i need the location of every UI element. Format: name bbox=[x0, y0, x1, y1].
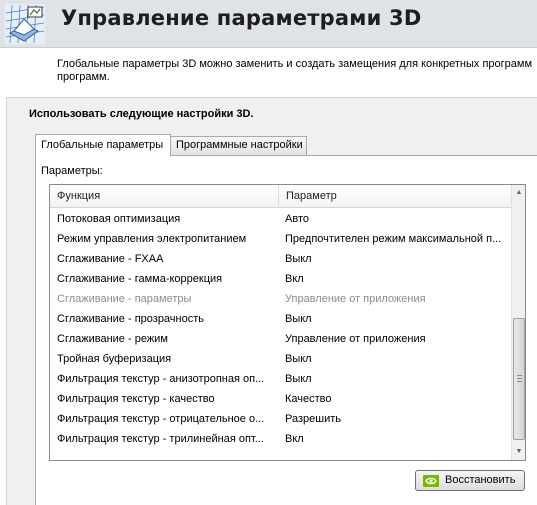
row-value: Выкл bbox=[285, 253, 312, 265]
settings-list[interactable]: Функция Параметр Потоковая оптимизация А… bbox=[49, 184, 526, 461]
table-row[interactable]: Сглаживание - FXAA Выкл bbox=[50, 249, 511, 269]
grip-icon bbox=[517, 375, 522, 382]
row-value: Качество bbox=[285, 393, 332, 405]
parameters-label: Параметры: bbox=[41, 165, 103, 177]
global-settings-page: Параметры: Функция Параметр Потоковая оп… bbox=[35, 155, 537, 505]
panel-heading: Использовать следующие настройки 3D. bbox=[29, 108, 254, 120]
row-function: Тройная буферизация bbox=[57, 353, 172, 365]
scrollbar-thumb[interactable] bbox=[513, 318, 525, 440]
row-value: Выкл bbox=[285, 373, 312, 385]
column-header-function[interactable]: Функция bbox=[50, 185, 279, 208]
row-function: Фильтрация текстур - качество bbox=[57, 393, 215, 405]
table-row[interactable]: Сглаживание - гамма-коррекция Вкл bbox=[50, 269, 511, 289]
row-value: Выкл bbox=[285, 353, 312, 365]
column-header-parameter[interactable]: Параметр bbox=[279, 185, 511, 208]
row-function: Фильтрация текстур - трилинейная опт... bbox=[57, 433, 264, 445]
row-function: Потоковая оптимизация bbox=[57, 213, 181, 225]
table-row[interactable]: Потоковая оптимизация Авто bbox=[50, 209, 511, 229]
scroll-up-arrow-icon[interactable]: ▲ bbox=[512, 185, 525, 201]
row-function: Фильтрация текстур - отрицательное о... bbox=[57, 413, 265, 425]
tab-global-settings[interactable]: Глобальные параметры bbox=[35, 134, 171, 156]
settings-panel: Использовать следующие настройки 3D. Гло… bbox=[6, 97, 537, 505]
table-row[interactable]: Фильтрация текстур - качество Качество bbox=[50, 389, 511, 409]
description-line-1: Глобальные параметры 3D можно заменить и… bbox=[57, 58, 533, 70]
row-function: Фильтрация текстур - анизотропная оп... bbox=[57, 373, 265, 385]
row-function: Сглаживание - режим bbox=[57, 333, 168, 345]
row-function: Сглаживание - параметры bbox=[57, 293, 192, 305]
page-title: Управление параметрами 3D bbox=[61, 6, 422, 30]
restore-button-label: Восстановить bbox=[445, 474, 516, 486]
row-value: Предпочтителен режим максимальной п... bbox=[285, 233, 502, 245]
table-row[interactable]: Фильтрация текстур - отрицательное о... … bbox=[50, 409, 511, 429]
scroll-down-arrow-icon[interactable]: ▼ bbox=[512, 444, 525, 460]
row-function: Сглаживание - FXAA bbox=[57, 253, 164, 265]
page-description: Глобальные параметры 3D можно заменить и… bbox=[57, 58, 537, 84]
nvidia-logo-icon bbox=[423, 475, 439, 487]
table-row[interactable]: Фильтрация текстур - анизотропная оп... … bbox=[50, 369, 511, 389]
row-value: Выкл bbox=[285, 313, 312, 325]
list-header: Функция Параметр bbox=[50, 185, 511, 208]
table-row[interactable]: Сглаживание - режим Управление от прилож… bbox=[50, 329, 511, 349]
row-function: Сглаживание - прозрачность bbox=[57, 313, 205, 325]
vertical-scrollbar[interactable]: ▲ ▼ bbox=[511, 185, 525, 460]
table-row[interactable]: Режим управления электропитанием Предпоч… bbox=[50, 229, 511, 249]
row-value: Вкл bbox=[285, 273, 304, 285]
tab-program-settings[interactable]: Программные настройки bbox=[170, 136, 307, 155]
restore-button[interactable]: Восстановить bbox=[415, 470, 525, 491]
row-function: Режим управления электропитанием bbox=[57, 233, 247, 245]
table-row[interactable]: Тройная буферизация Выкл bbox=[50, 349, 511, 369]
page-header: Управление параметрами 3D bbox=[0, 0, 537, 48]
row-value: Разрешить bbox=[285, 413, 341, 425]
table-row[interactable]: Сглаживание - прозрачность Выкл bbox=[50, 309, 511, 329]
row-value: Вкл bbox=[285, 433, 304, 445]
nvidia-3d-settings-icon bbox=[5, 4, 45, 44]
description-line-2: программ. bbox=[57, 71, 110, 83]
table-row[interactable]: Фильтрация текстур - трилинейная опт... … bbox=[50, 429, 511, 449]
row-function: Сглаживание - гамма-коррекция bbox=[57, 273, 223, 285]
row-value: Управление от приложения bbox=[285, 333, 426, 345]
table-row[interactable]: Сглаживание - параметры Управление от пр… bbox=[50, 289, 511, 309]
row-value: Управление от приложения bbox=[285, 293, 426, 305]
row-value: Авто bbox=[285, 213, 309, 225]
